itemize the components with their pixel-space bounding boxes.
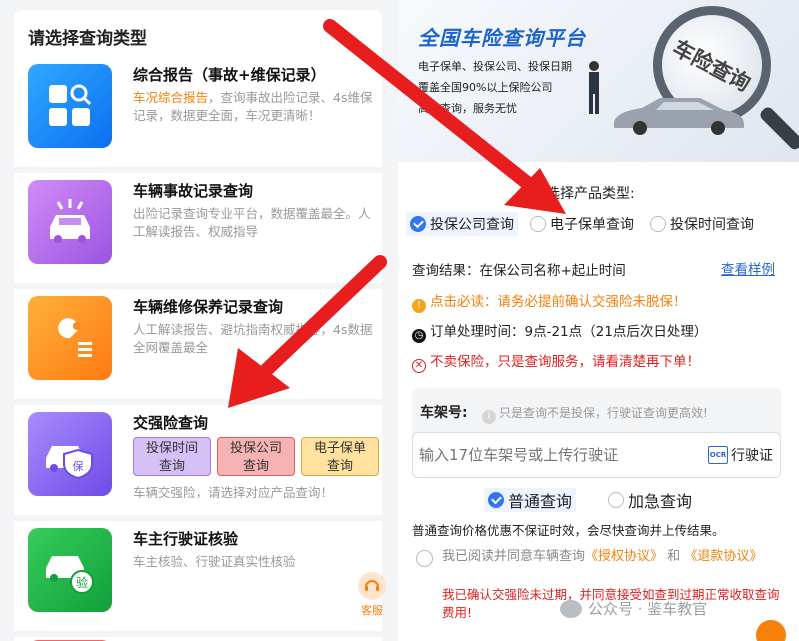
svg-text:保: 保 [73,459,84,473]
watermark: 公众号 · 鉴车教官 [560,598,707,619]
grid-search-icon [28,64,112,148]
radio-urgent-query[interactable]: 加急查询 [604,488,696,512]
car-check-icon: 验 [28,528,112,612]
warning-icon: ! [412,298,426,313]
car-shield-icon: 保 [28,412,112,496]
banner: 全国车险查询平台 电子保单、投保公司、投保日期 覆盖全国90%以上保险公司 高效… [398,0,799,162]
close-circle-icon: ✕ [412,358,426,373]
radio-label: 投保时间查询 [670,217,754,233]
radio-checked-icon [488,492,504,508]
agree-prefix: 我已阅读并同意车辆查询 [442,549,586,564]
card-license-verify[interactable]: 验 车主行驶证核验 车主核验、行驶证真实性核验 [14,522,382,632]
card-title: 交强险查询 [133,414,209,432]
wechat-icon [560,599,582,618]
card-accident-record[interactable]: 车辆事故记录查询 出险记录查询专业平台，数据覆盖最全。人工解读报告、权威指导 [14,174,382,284]
radio-unchecked-icon [608,492,625,508]
divider [14,399,382,405]
clock-icon: ◷ [412,328,426,343]
person-icon [589,61,599,114]
banner-line: 高效查询，服务无忧 [418,102,517,115]
no-sale-label: 不卖保险，只是查询服务，请看清楚再下单！ [430,354,700,370]
car-crash-icon [28,180,112,264]
tag-company-query[interactable]: 投保公司 查询 [217,437,295,476]
hours-label: 订单处理时间：9点-21点（21点后次日处理） [430,324,708,340]
panel-title: 请选择查询类型 [28,29,147,49]
car-icon [614,98,744,135]
ocr-icon: OCR [708,446,728,464]
card-highlight: 车况综合报告 [133,90,209,105]
vin-hint: i 只是查询不是投保，行驶证查询更高效! [482,404,708,424]
vin-form: 车架号: i只是查询不是投保，行驶证查询更高效! OCR行驶证 [412,388,781,478]
radio-label: 加急查询 [628,492,693,511]
card-description: 车辆交强险，请选择对应产品查询！ [133,485,334,500]
card-description: 车主核验、行驶证真实性核验 [133,554,296,569]
card-description: 人工解读报告、避坑指南权威指导，4s数据全网覆盖最全 [133,322,373,355]
hours-text: ◷ 订单处理时间：9点-21点（21点后次日处理） [412,320,707,343]
banner-title: 全国车险查询平台 [418,26,586,50]
divider [14,515,382,521]
warning-label: 点击必读：请务必提前确认交强险未脱保！ [430,294,687,310]
banner-line: 覆盖全国90%以上保险公司 [418,81,553,94]
speed-note: 普通查询价格优惠不保证时效，会尽快查询并上传结果。 [412,523,725,538]
card-title: 车主行驶证核验 [133,530,239,548]
magnifier-handle [758,105,799,152]
warning-text[interactable]: ! 点击必读：请务必提前确认交强险未脱保！ [412,290,687,313]
service-label: 客服 [361,604,383,617]
card-comprehensive-report[interactable]: 综合报告（事故+维保记录） 车况综合报告，查询事故出险记录、4s维保记录，数据更… [14,58,382,168]
tag-policy-query[interactable]: 电子保单 查询 [301,437,379,476]
customer-service-button[interactable]: 客服 [355,572,389,618]
divider [14,283,382,289]
agreement-text: 我已阅读并同意车辆查询《授权协议》 和 《退款协议》 [442,548,787,566]
ocr-label: 行驶证 [731,448,773,464]
tag-group: 投保时间 查询 投保公司 查询 电子保单 查询 [133,437,379,476]
refund-agreement-link[interactable]: 《退款协议》 [684,549,762,564]
query-form-panel: 全国车险查询平台 电子保单、投保公司、投保日期 覆盖全国90%以上保险公司 高效… [398,0,799,641]
tag-label: 投保公司 查询 [229,441,282,474]
svg-text:验: 验 [76,575,88,590]
banner-line: 电子保单、投保公司、投保日期 [418,60,572,73]
divider [14,631,382,637]
radio-label: 投保公司查询 [430,217,514,233]
headset-icon [358,572,386,600]
agree-checkbox[interactable] [416,550,433,567]
radio-normal-query[interactable]: 普通查询 [484,488,577,512]
result-text: 查询结果：在保公司名称+起止时间 [412,263,626,279]
radio-label: 普通查询 [508,492,573,511]
tag-label: 投保时间 查询 [145,441,198,474]
watermark-text: 公众号 · 鉴车教官 [588,600,708,618]
wrench-icon [28,296,112,380]
tag-time-query[interactable]: 投保时间 查询 [133,437,211,476]
card-title: 车辆维修保养记录查询 [133,298,284,316]
radio-time-query[interactable]: 投保时间查询 [646,212,758,236]
tag-label: 电子保单 查询 [313,441,366,474]
vin-label: 车架号: [420,405,468,421]
info-icon: i [482,409,496,424]
view-sample-link[interactable]: 查看样例 [721,258,775,278]
card-title: 综合报告（事故+维保记录） [133,66,326,84]
card-maintenance-record[interactable]: 车辆维修保养记录查询 人工解读报告、避坑指南权威指导，4s数据全网覆盖最全 [14,290,382,400]
radio-label: 电子保单查询 [550,217,634,233]
no-sale-text: ✕ 不卖保险，只是查询服务，请看清楚再下单！ [412,350,700,373]
authorization-agreement-link[interactable]: 《授权协议》 [585,549,663,564]
agree-and: 和 [667,549,681,564]
card-description: 车况综合报告，查询事故出险记录、4s维保记录，数据更全面，车况更清晰！ [133,89,378,125]
radio-company-query[interactable]: 投保公司查询 [406,212,518,236]
speed-group: 普通查询 加急查询 [484,488,696,512]
radio-unchecked-icon [530,216,546,232]
radio-checked-icon [410,216,426,232]
card-title: 车辆事故记录查询 [133,182,254,200]
product-type-panel: 请选择查询类型 综合报告（事故+维保记录） 车况综合报告，查询事故出险记录、4s… [14,10,382,641]
ocr-license-button[interactable]: OCR 行驶证 [708,445,773,465]
product-type-label: 选择产品类型: [546,186,635,202]
vin-hint-text: 只是查询不是投保，行驶证查询更高效! [499,406,708,420]
card-description: 出险记录查询专业平台，数据覆盖最全。人工解读报告、权威指导 [133,206,371,239]
product-type-group: 投保公司查询 电子保单查询 投保时间查询 [406,212,758,236]
card-compulsory-insurance[interactable]: 保 交强险查询 投保时间 查询 投保公司 查询 电子保单 查询 车辆交强险，请选择对应… [14,406,382,516]
radio-policy-query[interactable]: 电子保单查询 [526,212,638,236]
radio-unchecked-icon [650,216,666,232]
divider [14,167,382,173]
